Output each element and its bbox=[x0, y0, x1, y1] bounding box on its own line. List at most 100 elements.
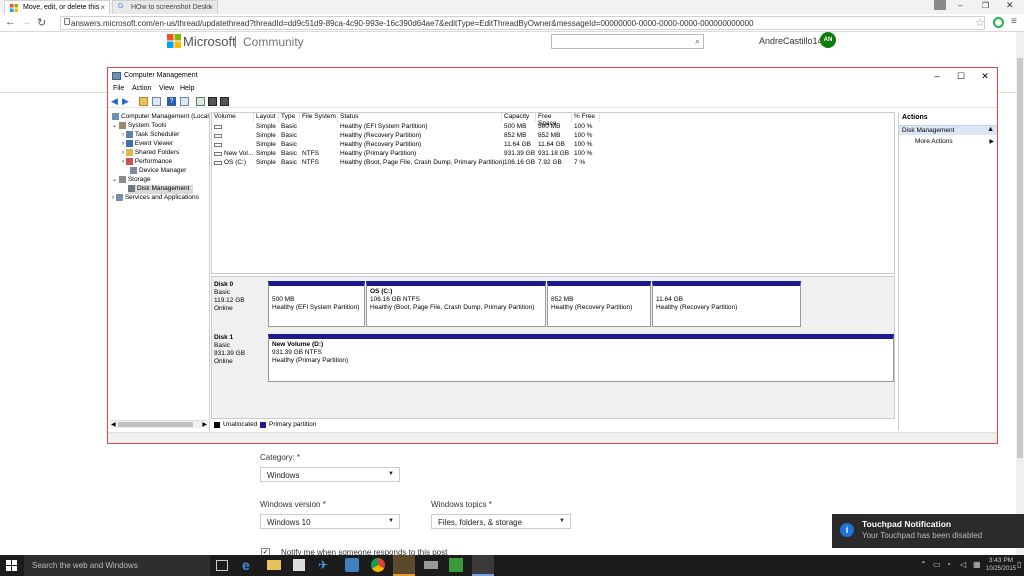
nvidia-icon[interactable] bbox=[449, 558, 463, 572]
microsoft-logo-icon[interactable] bbox=[167, 34, 181, 48]
scrollbar-thumb[interactable] bbox=[118, 422, 193, 427]
file-explorer-icon[interactable] bbox=[267, 560, 281, 570]
chrome-icon[interactable] bbox=[371, 558, 385, 572]
column-header[interactable]: Volume bbox=[212, 113, 254, 122]
section-title[interactable]: Community bbox=[243, 35, 304, 49]
forward-icon[interactable]: → bbox=[21, 16, 32, 28]
partition[interactable]: New Volume (D:) 931.39 GB NTFS Healthy (… bbox=[268, 334, 894, 382]
console-tree-icon[interactable] bbox=[180, 97, 189, 106]
table-row[interactable]: Simple Basic Healthy (EFI System Partiti… bbox=[212, 123, 612, 132]
wifi-icon[interactable]: ◔ bbox=[946, 560, 951, 569]
chevron-right-icon[interactable]: › bbox=[112, 195, 114, 201]
column-header[interactable]: File System bbox=[300, 113, 338, 122]
tree-item-root[interactable]: Computer Management (Local bbox=[112, 113, 209, 122]
task-view-icon[interactable] bbox=[216, 560, 228, 571]
column-header[interactable]: Status bbox=[338, 113, 502, 122]
table-row[interactable]: New Vol... Simple Basic NTFS Healthy (Pr… bbox=[212, 150, 612, 159]
avatar[interactable]: AN bbox=[820, 32, 836, 48]
chevron-right-icon[interactable]: › bbox=[122, 132, 124, 138]
windows-topics-select[interactable]: Files, folders, & storage ▼ bbox=[431, 514, 571, 529]
scroll-left-icon[interactable]: ◀ bbox=[111, 421, 116, 428]
action-center-icon[interactable]: ▯ bbox=[1017, 560, 1021, 569]
forward-icon[interactable]: ▶ bbox=[122, 97, 131, 106]
chevron-right-icon[interactable]: › bbox=[122, 159, 124, 165]
keyboard-icon[interactable]: ▦ bbox=[973, 560, 981, 569]
minimize-browser-icon[interactable]: – bbox=[958, 1, 962, 10]
check-icon[interactable] bbox=[208, 97, 217, 106]
taskbar-search-box[interactable]: Search the web and Windows bbox=[24, 555, 210, 576]
close-window-icon[interactable]: ✕ bbox=[973, 69, 997, 83]
settings-icon[interactable] bbox=[220, 97, 229, 106]
menu-file[interactable]: File bbox=[113, 85, 124, 92]
scroll-right-icon[interactable]: ▶ bbox=[202, 421, 207, 428]
collapse-icon[interactable]: ▲ bbox=[987, 126, 994, 133]
disk-1-label[interactable]: Disk 1 Basic 931.39 GB Online bbox=[214, 334, 266, 382]
partition[interactable]: 500 MB Healthy (EFI System Partition) bbox=[268, 281, 365, 327]
partition[interactable]: 852 MB Healthy (Recovery Partition) bbox=[547, 281, 651, 327]
table-row[interactable]: Simple Basic Healthy (Recovery Partition… bbox=[212, 141, 612, 150]
tree-item-performance[interactable]: › Performance bbox=[122, 158, 172, 167]
window-app-icon[interactable] bbox=[424, 561, 438, 569]
column-header[interactable]: Layout bbox=[254, 113, 279, 122]
column-header[interactable]: Free Space bbox=[536, 113, 572, 127]
menu-view[interactable]: View bbox=[159, 85, 174, 92]
active-app-icon[interactable] bbox=[393, 555, 415, 576]
windows-start-icon[interactable] bbox=[6, 560, 17, 571]
chevron-right-icon[interactable]: › bbox=[122, 141, 124, 147]
show-hidden-icons-icon[interactable]: ⌃ bbox=[920, 560, 927, 569]
battery-icon[interactable]: ▭ bbox=[933, 560, 941, 569]
partition[interactable]: OS (C:) 106.16 GB NTFS Healthy (Boot, Pa… bbox=[366, 281, 546, 327]
volume-icon[interactable]: ◁ bbox=[960, 560, 966, 569]
chevron-down-icon[interactable]: ⌄ bbox=[112, 123, 117, 129]
tree-item-disk-management[interactable]: Disk Management bbox=[128, 185, 194, 194]
table-row[interactable]: Simple Basic Healthy (Recovery Partition… bbox=[212, 132, 612, 141]
menu-action[interactable]: Action bbox=[132, 85, 151, 92]
column-header[interactable]: Capacity bbox=[502, 113, 536, 122]
up-folder-icon[interactable] bbox=[139, 97, 148, 106]
back-icon[interactable]: ← bbox=[5, 16, 16, 28]
app-icon[interactable]: ✈ bbox=[318, 558, 332, 572]
close-tab-icon[interactable]: × bbox=[100, 3, 105, 12]
clock-date[interactable]: 10/25/2015 bbox=[985, 566, 1017, 572]
bookmark-star-icon[interactable]: ☆ bbox=[975, 16, 985, 29]
computer-management-taskbar-icon[interactable] bbox=[472, 555, 494, 576]
tree-item-event-viewer[interactable]: › Event Viewer bbox=[122, 140, 173, 149]
menu-icon[interactable]: ≡ bbox=[1011, 16, 1017, 27]
browser-tab[interactable]: G HOw to screenshot Deskt × bbox=[112, 0, 218, 14]
chevron-down-icon[interactable]: ⌄ bbox=[112, 177, 117, 183]
category-select[interactable]: Windows ▼ bbox=[260, 467, 400, 482]
chevron-right-icon[interactable]: › bbox=[122, 150, 124, 156]
shield-icon[interactable] bbox=[345, 558, 359, 572]
close-browser-icon[interactable]: ✕ bbox=[1006, 0, 1014, 11]
partition[interactable]: 11.64 GB Healthy (Recovery Partition) bbox=[652, 281, 801, 327]
windows-version-select[interactable]: Windows 10 ▼ bbox=[260, 514, 400, 529]
scrollbar-thumb[interactable] bbox=[1017, 58, 1023, 458]
username[interactable]: AndreCastillo14 bbox=[759, 36, 823, 46]
tree-horizontal-scrollbar[interactable]: ◀ ▶ bbox=[110, 420, 208, 428]
tree-item-task-scheduler[interactable]: › Task Scheduler bbox=[122, 131, 179, 140]
actions-section[interactable]: Disk Management ▲ bbox=[899, 125, 997, 135]
tree-item-device-manager[interactable]: Device Manager bbox=[130, 167, 186, 176]
maximize-window-icon[interactable]: ☐ bbox=[949, 69, 973, 83]
brand-name[interactable]: Microsoft bbox=[183, 34, 236, 49]
table-row[interactable]: OS (C:) Simple Basic NTFS Healthy (Boot,… bbox=[212, 159, 612, 168]
url-field[interactable]: answers.microsoft.com/en-us/thread/updat… bbox=[60, 16, 985, 30]
extension-icon[interactable] bbox=[993, 17, 1004, 28]
show-hide-tree-icon[interactable] bbox=[152, 97, 161, 106]
site-search-input[interactable]: ⌕ bbox=[551, 34, 704, 49]
minimize-window-icon[interactable]: – bbox=[925, 69, 949, 83]
menu-help[interactable]: Help bbox=[180, 85, 194, 92]
help-icon[interactable]: ? bbox=[167, 97, 176, 106]
search-icon[interactable]: ⌕ bbox=[695, 36, 700, 47]
reload-icon[interactable]: ↻ bbox=[37, 16, 46, 29]
more-actions-item[interactable]: More Actions ▶ bbox=[915, 138, 997, 147]
chevron-right-icon[interactable]: ▶ bbox=[989, 138, 994, 145]
touchpad-toast[interactable]: i Touchpad Notification Your Touchpad ha… bbox=[832, 514, 1024, 548]
column-header[interactable]: Type bbox=[279, 113, 300, 122]
window-titlebar[interactable]: Computer Management – ☐ ✕ bbox=[108, 68, 997, 85]
disk-0-label[interactable]: Disk 0 Basic 119.12 GB Online bbox=[214, 281, 266, 327]
store-icon[interactable] bbox=[293, 559, 305, 571]
page-scrollbar[interactable] bbox=[1016, 32, 1024, 555]
close-tab-icon[interactable]: × bbox=[208, 3, 213, 12]
tree-item-system-tools[interactable]: ⌄ System Tools bbox=[112, 122, 166, 131]
